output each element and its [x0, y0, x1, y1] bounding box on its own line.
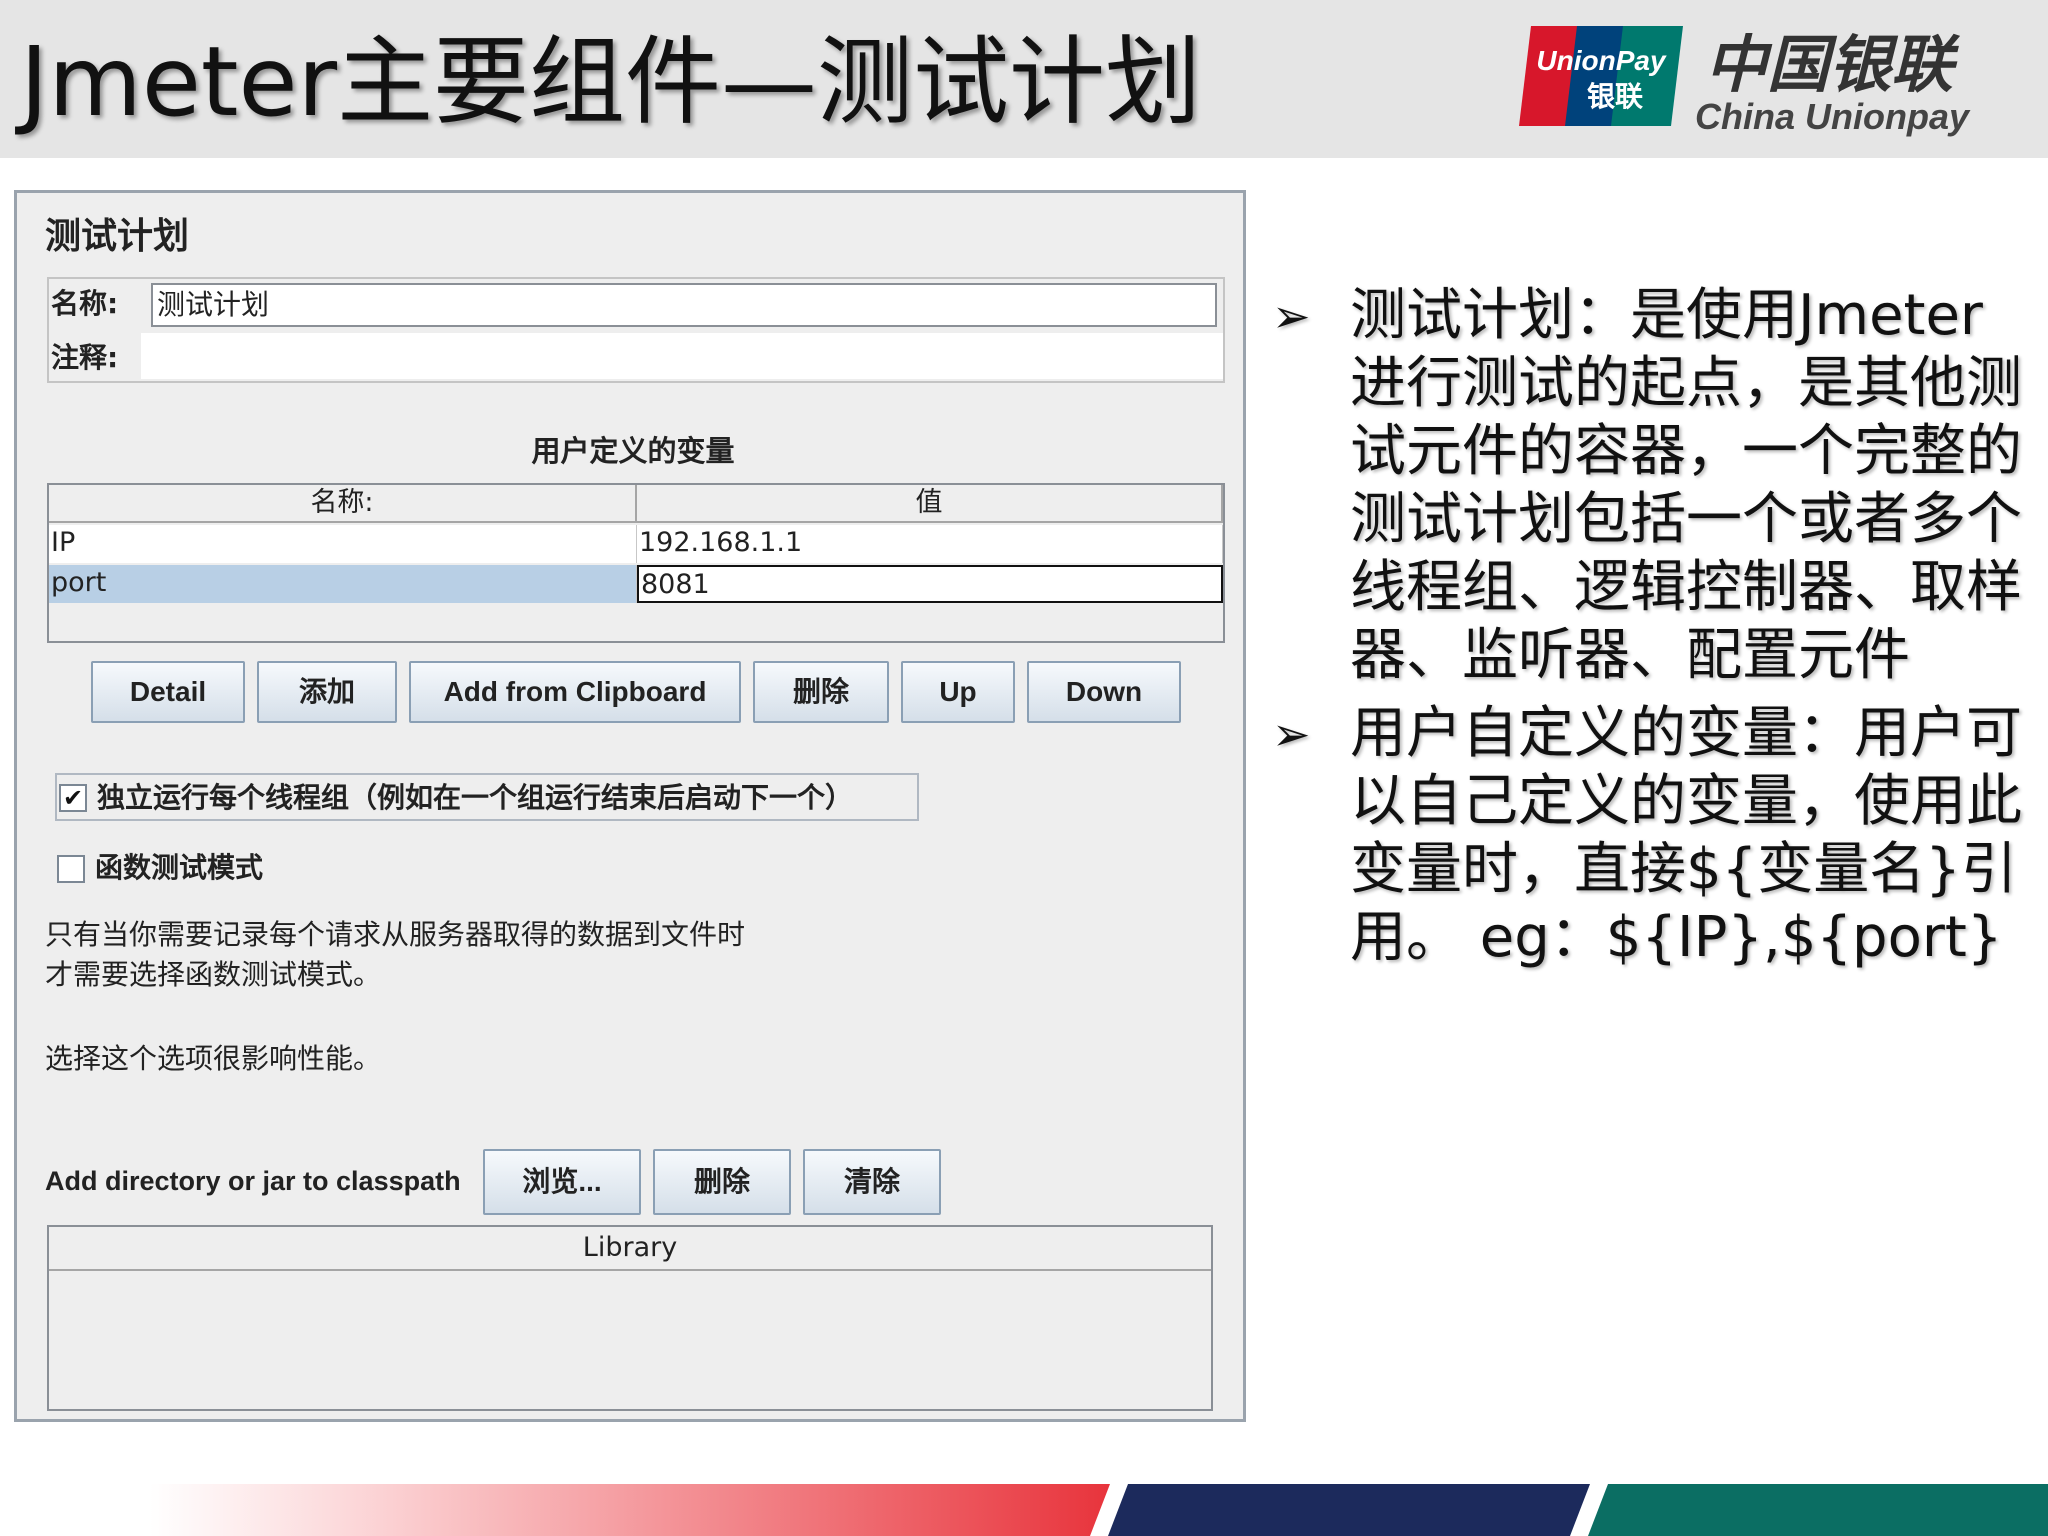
name-comment-group: 名称: 测试计划 注释: [47, 277, 1225, 383]
bullet-test-plan: ➢ 测试计划：是使用Jmeter进行测试的起点，是其他测试元件的容器，一个完整的… [1272, 282, 2032, 690]
bullet-text: 用户自定义的变量：用户可以自己定义的变量，使用此变量时，直接${变量名}引用。 … [1350, 701, 2022, 970]
add-from-clipboard-button[interactable]: Add from Clipboard [409, 661, 741, 723]
delete-button[interactable]: 删除 [753, 661, 889, 723]
unionpay-logo: UnionPay 银联 [1519, 26, 1683, 126]
var-value-cell-editing[interactable]: 8081 [637, 565, 1223, 603]
arrow-bullet-icon: ➢ [1272, 707, 1311, 761]
brand-name-cn: 中国银联 [1705, 28, 1954, 101]
col-header-name[interactable]: 名称: [49, 485, 637, 523]
slide-title: Jmeter主要组件—测试计划 [20, 26, 1202, 138]
performance-warning: 选择这个选项很影响性能。 [45, 1042, 382, 1075]
functional-mode-note-line2: 才需要选择函数测试模式。 [45, 958, 382, 991]
functional-test-mode[interactable]: 函数测试模式 [57, 847, 457, 891]
table-row[interactable]: IP 192.168.1.1 [49, 525, 1223, 563]
test-plan-panel: 测试计划 名称: 测试计划 注释: 用户定义的变量 名称: 值 IP 192.1… [14, 190, 1246, 1422]
bullet-text: 测试计划：是使用Jmeter进行测试的起点，是其他测试元件的容器，一个完整的测试… [1350, 283, 2022, 688]
run-thread-groups-consecutively[interactable]: ✔ 独立运行每个线程组（例如在一个组运行结束后启动下一个） [55, 773, 919, 821]
comment-label: 注释: [51, 341, 119, 374]
classpath-clear-button[interactable]: 清除 [803, 1149, 941, 1215]
library-column-header[interactable]: Library [49, 1227, 1211, 1271]
slide-header: Jmeter主要组件—测试计划 UnionPay 银联 中国银联 China U… [0, 0, 2048, 158]
logo-text-cn: 银联 [1587, 80, 1643, 113]
functional-mode-note-line1: 只有当你需要记录每个请求从服务器取得的数据到文件时 [45, 918, 746, 951]
checkbox-checked[interactable]: ✔ [59, 784, 87, 812]
table-row-selected[interactable]: port 8081 [49, 565, 1223, 603]
logo-text-en: UnionPay [1536, 45, 1667, 76]
detail-button[interactable]: Detail [91, 661, 245, 723]
name-label: 名称: [51, 287, 119, 320]
checkbox-label: 独立运行每个线程组（例如在一个组运行结束后启动下一个） [97, 781, 854, 814]
var-name-cell[interactable]: port [49, 565, 637, 603]
comment-field[interactable] [141, 333, 1223, 379]
checkbox-label: 函数测试模式 [95, 851, 264, 884]
arrow-bullet-icon: ➢ [1272, 289, 1311, 343]
bullet-user-vars: ➢ 用户自定义的变量：用户可以自己定义的变量，使用此变量时，直接${变量名}引用… [1272, 700, 2032, 972]
down-button[interactable]: Down [1027, 661, 1181, 723]
library-table: Library [47, 1225, 1213, 1411]
classpath-delete-button[interactable]: 删除 [653, 1149, 791, 1215]
footer-stripes [150, 1484, 2048, 1536]
classpath-label: Add directory or jar to classpath [45, 1166, 461, 1196]
panel-title: 测试计划 [45, 216, 190, 257]
var-name-cell[interactable]: IP [49, 525, 637, 563]
user-vars-title: 用户定义的变量 [531, 434, 735, 468]
checkbox-unchecked[interactable] [57, 855, 85, 883]
var-value-cell[interactable]: 192.168.1.1 [637, 525, 1223, 563]
add-button[interactable]: 添加 [257, 661, 397, 723]
col-header-value[interactable]: 值 [637, 485, 1223, 523]
bullet-list: ➢ 测试计划：是使用Jmeter进行测试的起点，是其他测试元件的容器，一个完整的… [1272, 282, 2032, 982]
user-vars-table: 名称: 值 IP 192.168.1.1 port 8081 [47, 483, 1225, 643]
up-button[interactable]: Up [901, 661, 1015, 723]
name-field[interactable]: 测试计划 [151, 283, 1217, 327]
brand-name-en: China Unionpay [1695, 96, 1970, 137]
browse-button[interactable]: 浏览... [483, 1149, 641, 1215]
